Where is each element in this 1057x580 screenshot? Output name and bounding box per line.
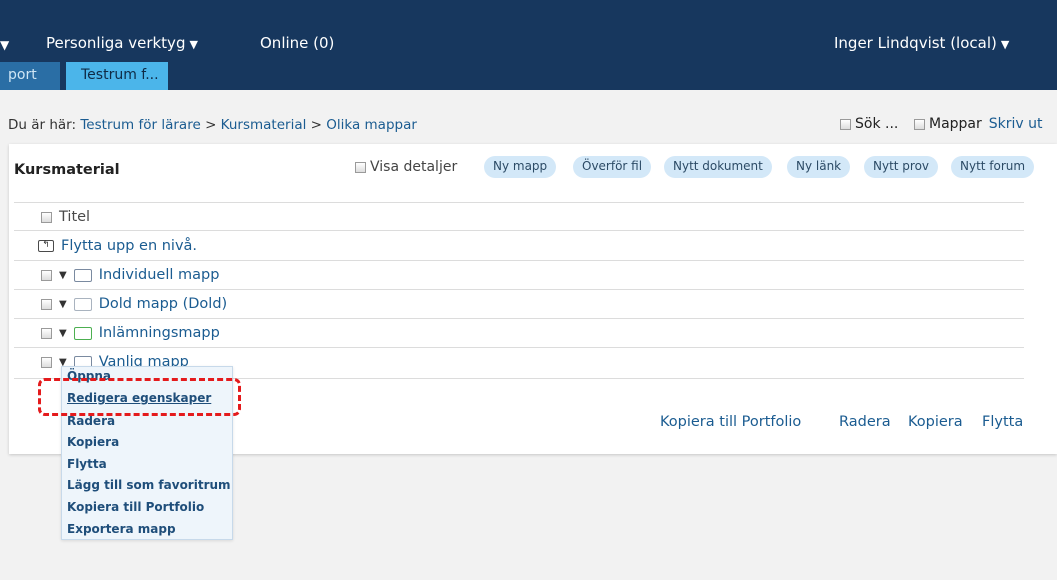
divider — [14, 318, 1024, 319]
up-level-label: Flytta upp en nivå. — [61, 238, 198, 254]
row-checkbox[interactable] — [41, 269, 52, 281]
breadcrumb-item-olika-mappar[interactable]: Olika mappar — [326, 117, 417, 133]
checkbox-icon — [840, 118, 851, 130]
tab-port[interactable]: port — [0, 62, 60, 90]
divider — [14, 289, 1024, 290]
divider — [14, 260, 1024, 261]
list-item: ▼ Dold mapp (Dold) — [41, 293, 227, 315]
new-folder-button[interactable]: Ny mapp — [484, 156, 557, 178]
top-bar: ▼ Personliga verktyg ▼ Online (0) Inger L… — [0, 0, 1057, 90]
menu-item-add-favorite[interactable]: Lägg till som favoritrum — [67, 478, 231, 492]
folders-label: Mappar — [929, 116, 982, 132]
user-name: Inger Lindqvist (local) — [834, 34, 997, 52]
personal-tools-label: Personliga verktyg — [46, 34, 186, 52]
delete-link[interactable]: Radera — [839, 414, 891, 430]
checkbox-icon — [914, 118, 925, 130]
online-count-link[interactable]: Online (0) — [260, 34, 334, 52]
breadcrumb-item-kursmaterial[interactable]: Kursmaterial — [221, 117, 307, 133]
hidden-folder-icon — [73, 297, 92, 311]
user-menu[interactable]: Inger Lindqvist (local) ▼ — [834, 34, 1009, 52]
print-link[interactable]: Skriv ut — [989, 116, 1043, 132]
row-checkbox[interactable] — [41, 356, 52, 368]
menu-item-export-folder[interactable]: Exportera mapp — [67, 522, 176, 536]
breadcrumb-prefix: Du är här: — [8, 117, 77, 133]
show-details-toggle[interactable]: Visa detaljer — [355, 159, 457, 175]
list-item: ▼ Inlämningsmapp — [41, 322, 220, 344]
copy-to-portfolio-link[interactable]: Kopiera till Portfolio — [660, 414, 801, 430]
personal-tools-menu[interactable]: Personliga verktyg ▼ — [46, 34, 198, 52]
caret-down-icon[interactable]: ▼ — [59, 299, 67, 310]
highlight-annotation — [38, 378, 241, 416]
row-checkbox[interactable] — [41, 327, 52, 339]
new-forum-button[interactable]: Nytt forum — [951, 156, 1035, 178]
menu-item-delete[interactable]: Radera — [67, 414, 115, 428]
upload-file-button[interactable]: Överför fil — [573, 156, 652, 178]
new-link-button[interactable]: Ny länk — [787, 156, 851, 178]
move-link[interactable]: Flytta — [982, 414, 1023, 430]
caret-down-icon[interactable]: ▼ — [59, 270, 67, 281]
list-header: Titel — [41, 206, 90, 228]
submission-folder-icon — [73, 326, 92, 340]
breadcrumb-separator: > — [205, 117, 217, 133]
row-checkbox[interactable] — [41, 298, 52, 310]
chevron-down-icon: ▼ — [189, 38, 198, 51]
menu-item-copy-to-portfolio[interactable]: Kopiera till Portfolio — [67, 500, 204, 514]
folder-link[interactable]: Dold mapp (Dold) — [99, 296, 228, 312]
new-document-button[interactable]: Nytt dokument — [664, 156, 772, 178]
menu-item-copy[interactable]: Kopiera — [67, 435, 119, 449]
divider — [14, 347, 1024, 348]
menu-item-move[interactable]: Flytta — [67, 457, 107, 471]
folders-toggle[interactable]: Mappar Skriv ut — [914, 116, 1043, 132]
individual-folder-icon — [73, 268, 92, 282]
folder-up-icon: ↰ — [38, 240, 54, 252]
divider — [14, 230, 1024, 231]
copy-link[interactable]: Kopiera — [908, 414, 963, 430]
folder-link[interactable]: Inlämningsmapp — [99, 325, 220, 341]
tab-testrum[interactable]: Testrum f... — [66, 62, 168, 90]
list-item: ▼ Individuell mapp — [41, 264, 219, 286]
breadcrumb-separator: > — [310, 117, 322, 133]
checkbox-icon — [355, 161, 366, 173]
chevron-down-icon[interactable]: ▼ — [0, 38, 9, 52]
select-all-checkbox[interactable] — [41, 211, 52, 223]
chevron-down-icon: ▼ — [1000, 38, 1010, 51]
breadcrumb: Du är här: Testrum för lärare > Kursmate… — [8, 117, 417, 133]
new-test-button[interactable]: Nytt prov — [864, 156, 939, 178]
title-column-header[interactable]: Titel — [59, 209, 90, 225]
folder-link[interactable]: Individuell mapp — [99, 267, 220, 283]
up-level-link[interactable]: ↰ Flytta upp en nivå. — [38, 235, 197, 257]
panel-title: Kursmaterial — [14, 162, 120, 178]
caret-down-icon[interactable]: ▼ — [59, 328, 67, 339]
show-details-label: Visa detaljer — [370, 159, 458, 175]
search-label: Sök ... — [855, 116, 899, 132]
breadcrumb-item-testrum[interactable]: Testrum för lärare — [80, 117, 200, 133]
divider — [14, 202, 1024, 203]
search-toggle[interactable]: Sök ... — [840, 116, 898, 132]
